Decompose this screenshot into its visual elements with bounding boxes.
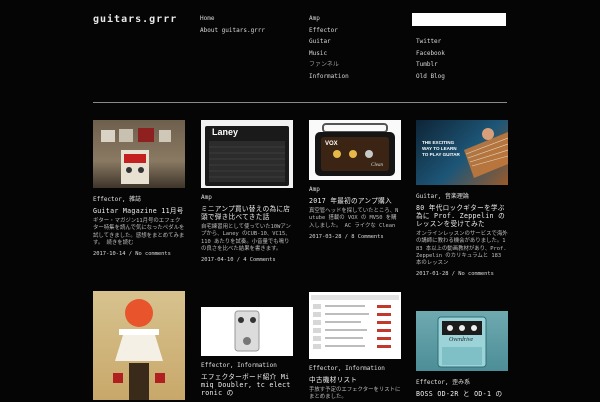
post-card: THE EXCITING WAY TO LEARN TO PLAY GUITAR… bbox=[416, 120, 508, 277]
nav-music-link[interactable]: Music bbox=[309, 48, 349, 60]
post-card: Effector, Information 中古機材リスト 手放す予定のエフェク… bbox=[309, 292, 401, 402]
post-comments-link[interactable]: 4 Comments bbox=[243, 257, 275, 263]
nav-effector-link[interactable]: Effector bbox=[309, 25, 349, 37]
nav-amp-link[interactable]: Amp bbox=[309, 13, 349, 25]
nav-about-link[interactable]: About guitars.grrr bbox=[200, 25, 265, 37]
social-links: Twitter Facebook Tumblr Old Blog bbox=[416, 36, 445, 82]
post-title[interactable]: エフェクターボード紹介 Mimiq Doubler, tc electronic… bbox=[201, 373, 293, 397]
post-date: 2017-03-28 bbox=[309, 233, 342, 240]
search-input[interactable] bbox=[412, 13, 506, 26]
amp-model-label: Clean bbox=[371, 163, 383, 168]
post-category[interactable]: Effector, Information bbox=[201, 362, 293, 369]
gear-list-screenshot-image bbox=[311, 295, 399, 349]
post-date: 2017-04-10 bbox=[201, 257, 234, 264]
post-thumbnail[interactable]: VOX Clean bbox=[309, 120, 401, 180]
post-excerpt: 真空管ヘッドを探していたところ、Nutube 搭載の VOX の MV50 を購… bbox=[309, 208, 399, 229]
post-excerpt: 自宅練習用として使っていた10Wアンプから、Laney のCUB-10、VC15… bbox=[201, 224, 291, 252]
poster-line: TO PLAY GUITAR bbox=[422, 152, 460, 157]
mimiq-pedal-image bbox=[234, 310, 260, 352]
post-card: Effector, 雑誌 Guitar Magazine 11月号 ギター・マガ… bbox=[93, 120, 185, 257]
post-title[interactable]: ミニアンプ買い替えの為に店頭で弾き比べてきた話 bbox=[201, 205, 293, 221]
post-title[interactable]: 80 年代ロックギターを学ぶ為に Prof. Zeppelin のレッスンを受け… bbox=[416, 204, 508, 228]
post-title[interactable]: 中古機材リスト bbox=[309, 376, 401, 384]
header-divider bbox=[93, 102, 507, 103]
post-card: Effector, Information エフェクターボード紹介 Mimiq … bbox=[201, 307, 293, 397]
post-title[interactable]: Guitar Magazine 11月号 bbox=[93, 207, 185, 215]
nav-funnel-link[interactable]: ファンネル bbox=[309, 59, 349, 71]
post-meta: 2017-04-10 / 4 Comments bbox=[201, 257, 276, 264]
vox-amp-image bbox=[315, 123, 395, 176]
post-excerpt: ギター・マガジン11月号のエフェクター特集を読んで気になったペダルを試してきまし… bbox=[93, 218, 185, 246]
post-excerpt: オンラインレッスンのサービスで海外の講師に教わる機会がありました。183 本以上… bbox=[416, 231, 508, 267]
post-title[interactable]: BOSS OD-2R と OD-1 の bbox=[416, 390, 508, 398]
post-thumbnail[interactable] bbox=[201, 307, 293, 356]
post-thumbnail[interactable] bbox=[93, 291, 185, 400]
post-meta: 2017-01-28 / No comments bbox=[416, 271, 494, 278]
post-excerpt: 手放す予定のエフェクターをリストにまとめました。 bbox=[309, 387, 401, 401]
nav-column-categories: Amp Effector Guitar Music ファンネル Informat… bbox=[309, 13, 349, 82]
post-card bbox=[93, 291, 185, 400]
post-category[interactable]: Amp bbox=[309, 186, 401, 193]
post-card: Overdrive Effector, 歪み系 BOSS OD-2R と OD-… bbox=[416, 311, 508, 398]
nav-guitar-link[interactable]: Guitar bbox=[309, 36, 349, 48]
tumblr-link[interactable]: Tumblr bbox=[416, 59, 445, 71]
pedal-model-label: Overdrive bbox=[449, 337, 474, 343]
post-comments-link[interactable]: 8 Comments bbox=[351, 234, 383, 240]
amp-brand-label: VOX bbox=[325, 141, 338, 147]
nav-home-link[interactable]: Home bbox=[200, 13, 265, 25]
post-comments-link[interactable]: No comments bbox=[458, 271, 494, 277]
post-date: 2017-10-14 bbox=[93, 251, 126, 258]
post-meta: 2017-03-28 / 8 Comments bbox=[309, 233, 384, 240]
post-thumbnail[interactable]: Laney bbox=[201, 120, 293, 188]
post-title[interactable]: 2017 年最初のアンプ購入 bbox=[309, 197, 401, 205]
post-category[interactable]: Guitar, 音楽理論 bbox=[416, 191, 508, 200]
effects-pedals-image bbox=[101, 128, 171, 184]
new-year-decoration-image bbox=[113, 299, 165, 400]
post-category[interactable]: Effector, 雑誌 bbox=[93, 194, 185, 203]
amp-brand-label: Laney bbox=[212, 127, 239, 137]
post-date: 2017-01-28 bbox=[416, 271, 449, 278]
post-category[interactable]: Effector, 歪み系 bbox=[416, 377, 508, 386]
post-card: VOX Clean Amp 2017 年最初のアンプ購入 真空管ヘッドを探してい… bbox=[309, 120, 401, 240]
post-card: Laney Amp ミニアンプ買い替えの為に店頭で弾き比べてきた話 自宅練習用と… bbox=[201, 120, 293, 263]
facebook-link[interactable]: Facebook bbox=[416, 48, 445, 60]
twitter-link[interactable]: Twitter bbox=[416, 36, 445, 48]
post-thumbnail[interactable]: Overdrive bbox=[416, 311, 508, 371]
poster-headline: THE EXCITING WAY TO LEARN TO PLAY GUITAR bbox=[422, 140, 460, 158]
post-thumbnail[interactable]: THE EXCITING WAY TO LEARN TO PLAY GUITAR bbox=[416, 120, 508, 185]
post-comments-link[interactable]: No comments bbox=[135, 251, 171, 257]
nav-column-primary: Home About guitars.grrr bbox=[200, 13, 265, 36]
old-blog-link[interactable]: Old Blog bbox=[416, 71, 445, 83]
post-category[interactable]: Effector, Information bbox=[309, 365, 401, 372]
nav-information-link[interactable]: Information bbox=[309, 71, 349, 83]
site-logo[interactable]: guitars.grrr bbox=[93, 14, 177, 25]
post-thumbnail[interactable] bbox=[309, 292, 401, 359]
post-thumbnail[interactable] bbox=[93, 120, 185, 188]
post-category[interactable]: Amp bbox=[201, 194, 293, 201]
post-meta: 2017-10-14 / No comments bbox=[93, 251, 171, 258]
